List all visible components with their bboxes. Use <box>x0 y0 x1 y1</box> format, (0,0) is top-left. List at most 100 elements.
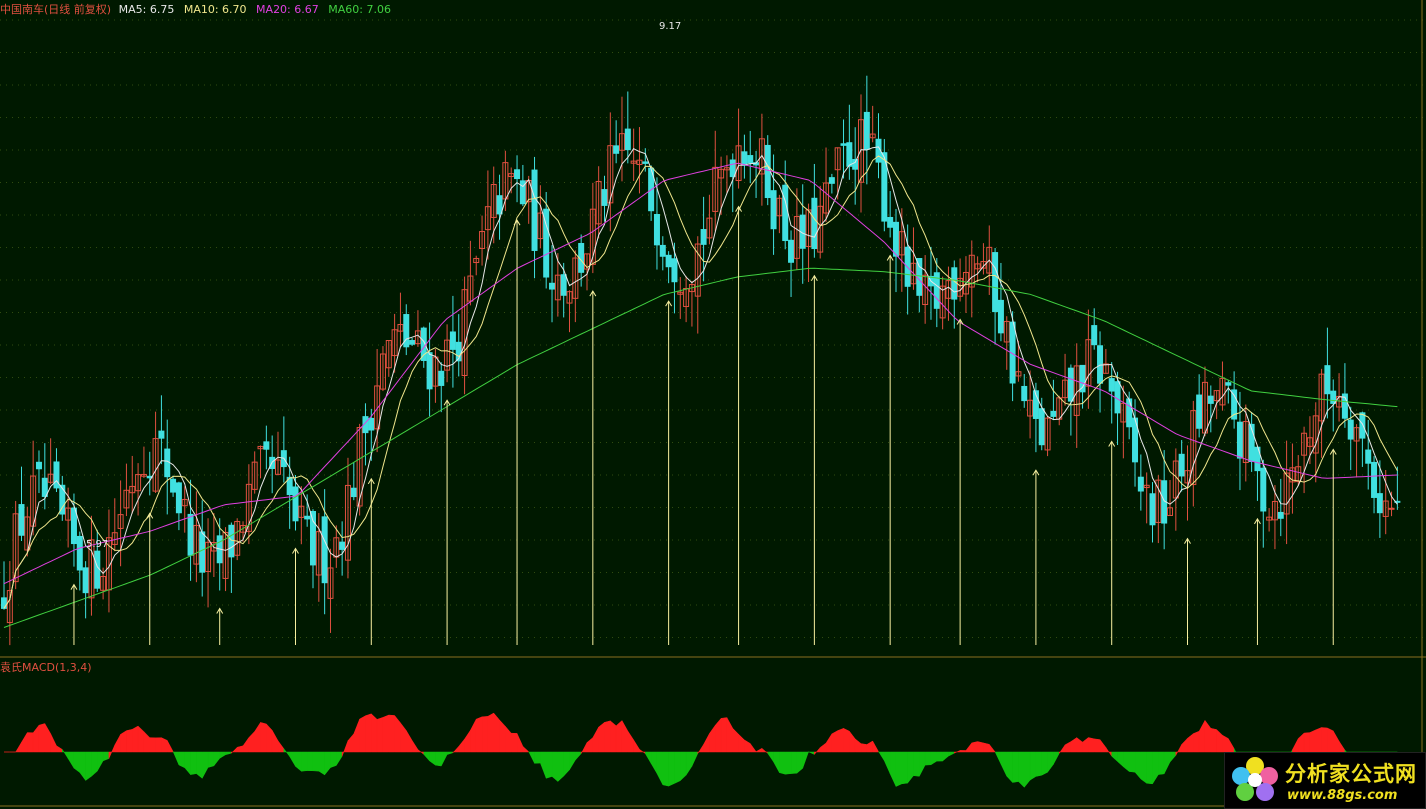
macd-segment <box>610 720 617 753</box>
macd-segment <box>1169 751 1177 763</box>
macd-segment <box>143 731 150 753</box>
macd-segment <box>983 742 990 753</box>
candle-body <box>350 487 357 498</box>
ma5-label: MA5: <box>118 3 147 16</box>
macd-segment <box>884 751 891 774</box>
macd-segment <box>1064 741 1072 753</box>
candle-body <box>770 190 777 230</box>
macd-segment <box>930 751 938 766</box>
macd-segment <box>161 737 168 753</box>
candle-body <box>41 477 48 497</box>
macd-segment <box>1029 751 1037 781</box>
macd-segment <box>423 751 430 762</box>
ma60-label: MA60: <box>328 3 363 16</box>
macd-segment <box>703 733 710 753</box>
macd-segment <box>656 751 664 785</box>
macd-segment <box>435 751 442 767</box>
macd-segment <box>563 751 570 777</box>
candle-body <box>228 524 235 558</box>
macd-segment <box>388 714 395 753</box>
macd-segment <box>685 751 693 777</box>
macd-segment <box>1006 751 1013 784</box>
macd-segment <box>545 751 553 779</box>
macd-segment <box>394 714 401 753</box>
candle-body <box>1108 378 1115 392</box>
candle-body <box>782 184 789 242</box>
candle-body <box>1371 461 1378 498</box>
macd-segment <box>1228 737 1235 753</box>
candle-body <box>53 461 60 489</box>
macd-segment <box>306 751 314 772</box>
candle-body <box>1376 493 1383 514</box>
macd-segment <box>796 751 803 774</box>
macd-segment <box>808 751 815 755</box>
ma10-value: 6.70 <box>222 3 247 16</box>
macd-segment <box>79 751 86 782</box>
macd-segment <box>994 751 1002 765</box>
macd-segment <box>1105 746 1112 758</box>
candle-body <box>700 229 707 245</box>
candle-body <box>164 448 171 478</box>
macd-segment <box>1198 720 1206 753</box>
macd-segment <box>615 719 623 753</box>
macd-segment <box>266 723 273 753</box>
watermark-logo: 分析家公式网 www.88gs.com <box>1224 752 1426 809</box>
macd-segment <box>1298 732 1305 753</box>
indicator-title: 袁氏MACD(1,3,4) <box>0 661 92 674</box>
candle-body <box>613 145 620 154</box>
macd-segment <box>773 751 780 773</box>
ma60-line <box>3 267 1398 628</box>
chart-canvas[interactable] <box>0 0 1426 809</box>
macd-segment <box>1111 751 1118 763</box>
candle-body <box>659 244 666 257</box>
macd-segment <box>458 738 465 753</box>
macd-segment <box>557 751 564 783</box>
candle-body <box>560 274 567 296</box>
macd-segment <box>977 741 984 753</box>
macd-segment <box>1222 734 1229 753</box>
macd-segment <box>889 751 897 787</box>
candle-body <box>1365 449 1372 464</box>
macd-segment <box>190 751 197 775</box>
candle-body <box>187 513 194 556</box>
macd-segment <box>907 751 914 784</box>
macd-segment <box>254 721 261 753</box>
macd-segment <box>854 738 862 753</box>
macd-segment <box>534 751 541 764</box>
macd-segment <box>44 722 51 753</box>
macd-segment <box>1327 727 1334 753</box>
macd-segment <box>1140 751 1147 784</box>
macd-segment <box>971 741 978 753</box>
macd-segment <box>1303 732 1311 753</box>
macd-segment <box>15 741 22 753</box>
macd-segment <box>674 751 681 784</box>
macd-segment <box>213 751 220 767</box>
macd-segment <box>1117 751 1124 768</box>
macd-segment <box>132 725 139 753</box>
macd-segment <box>219 751 226 759</box>
macd-segment <box>936 751 943 762</box>
macd-segment <box>767 751 774 763</box>
candle-body <box>840 143 847 146</box>
macd-segment <box>166 740 174 753</box>
candle-body <box>339 541 346 550</box>
macd-segment <box>1315 727 1322 753</box>
candle-body <box>70 507 77 545</box>
macd-segment <box>831 730 838 753</box>
macd-segment <box>452 745 459 754</box>
macd-segment <box>371 713 378 753</box>
candle-body <box>1149 493 1156 526</box>
macd-segment <box>1175 744 1182 756</box>
macd-segment <box>312 751 320 772</box>
ma20-label: MA20: <box>256 3 291 16</box>
macd-segment <box>359 715 366 753</box>
candle-body <box>741 151 748 166</box>
low-price-label: 5.97 <box>86 539 109 550</box>
macd-segment <box>441 751 448 767</box>
macd-segment <box>1216 728 1223 753</box>
candle-body <box>514 169 521 180</box>
macd-segment <box>569 751 576 771</box>
macd-segment <box>680 751 687 782</box>
macd-segment <box>1146 751 1153 785</box>
candle-body <box>426 352 433 390</box>
